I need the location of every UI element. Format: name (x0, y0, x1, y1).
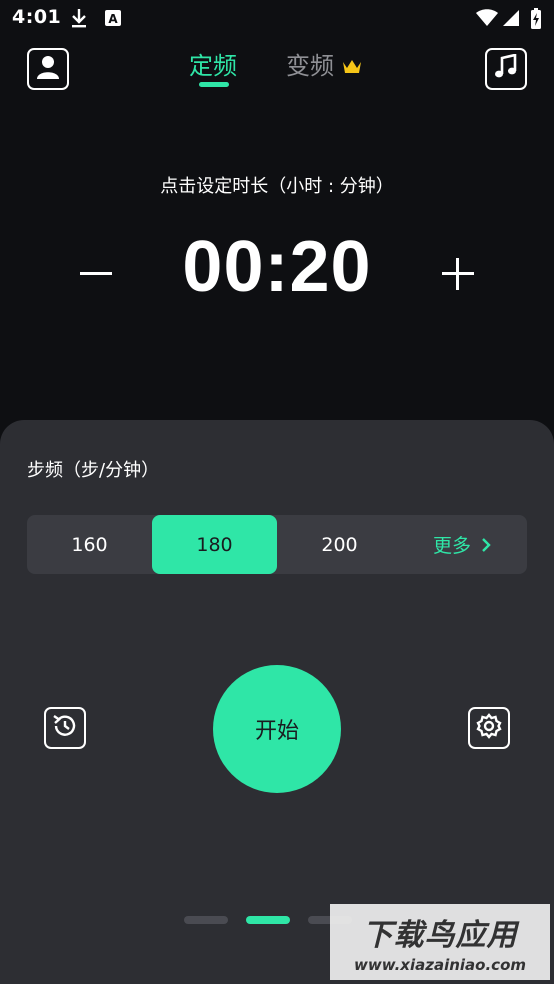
signal-icon (502, 8, 520, 28)
status-time: 4:01 (12, 6, 62, 28)
tab-active-indicator (199, 82, 229, 87)
cadence-option-160[interactable]: 160 (27, 515, 152, 574)
tab-fixed-frequency[interactable]: 定频 (189, 46, 237, 81)
svg-text:A: A (108, 12, 118, 26)
mode-tabs: 定频 变频 (0, 44, 554, 94)
watermark-logo: 下载鸟应用 www.xiazainiao.com (330, 904, 550, 980)
start-label: 开始 (254, 719, 299, 744)
page-dot-1[interactable] (184, 916, 228, 924)
watermark-title: 下载鸟应用 (362, 918, 518, 953)
download-icon (70, 8, 88, 28)
chevron-right-icon (481, 537, 491, 553)
crown-icon (342, 58, 362, 78)
settings-button[interactable] (468, 707, 510, 749)
cadence-title: 步频（步/分钟） (27, 460, 160, 481)
cadence-selector: 160 180 200 更多 (27, 515, 527, 574)
cadence-panel: 步频（步/分钟） 160 180 200 更多 开始 (0, 420, 554, 984)
more-label: 更多 (433, 535, 472, 557)
watermark-url: www.xiazainiao.com (353, 956, 527, 974)
start-button[interactable]: 开始 (213, 665, 341, 793)
tab-variable-frequency[interactable]: 变频 (286, 46, 334, 81)
page-dot-2[interactable] (246, 916, 290, 924)
settings-gear-icon (475, 712, 503, 744)
plus-icon[interactable] (438, 254, 478, 294)
history-button[interactable] (44, 707, 86, 749)
cadence-option-180[interactable]: 180 (152, 515, 277, 574)
history-icon (51, 712, 79, 744)
duration-hint: 点击设定时长（小时 : 分钟） (160, 176, 394, 197)
status-bar: 4:01 A (0, 0, 554, 36)
battery-icon (530, 8, 542, 30)
wifi-icon (476, 8, 498, 28)
cadence-option-200[interactable]: 200 (277, 515, 402, 574)
more-options-button[interactable]: 更多 (433, 515, 491, 574)
a-badge-icon: A (104, 8, 122, 28)
